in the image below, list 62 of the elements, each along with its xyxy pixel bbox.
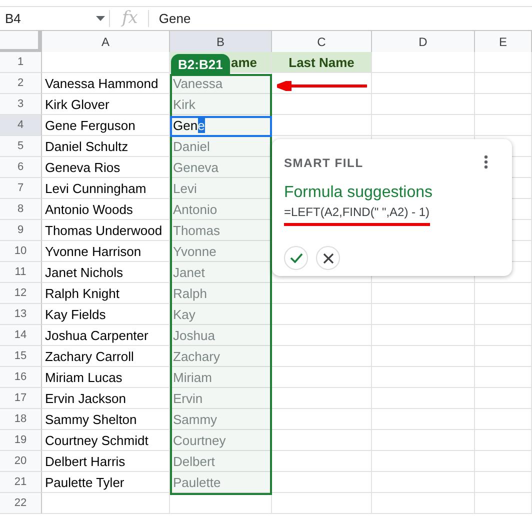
table-cell: Last Name: [272, 52, 372, 73]
cell-reference: B4: [5, 11, 21, 26]
table-cell: Gene Ferguson: [42, 115, 170, 136]
row-header[interactable]: 17: [0, 388, 42, 409]
row-header[interactable]: 7: [0, 178, 42, 199]
table-cell: Geneva Rios: [42, 157, 170, 178]
row-header[interactable]: 8: [0, 199, 42, 220]
row-header[interactable]: 20: [0, 451, 42, 472]
table-cell: Kay Fields: [42, 304, 170, 325]
row-header[interactable]: 3: [0, 94, 42, 115]
table-cell: Thomas Underwood: [42, 220, 170, 241]
table-cell: Courtney Schmidt: [42, 430, 170, 451]
row-header[interactable]: 21: [0, 472, 42, 493]
row-header[interactable]: 14: [0, 325, 42, 346]
table-cell: Janet Nichols: [42, 262, 170, 283]
row-header[interactable]: 11: [0, 262, 42, 283]
column-header[interactable]: B: [170, 31, 272, 53]
table-cell: Daniel Schultz: [42, 136, 170, 157]
row-header[interactable]: 15: [0, 346, 42, 367]
column-header[interactable]: A: [42, 31, 170, 53]
range-badge: B2:B21: [171, 54, 230, 75]
row-header[interactable]: 4: [0, 115, 42, 136]
row-header[interactable]: 19: [0, 430, 42, 451]
table-cell: Delbert Harris: [42, 451, 170, 472]
table-cell: Joshua Carpenter: [42, 325, 170, 346]
card-title: SMART FILL: [284, 156, 364, 170]
table-cell: Kirk Glover: [42, 94, 170, 115]
row-header[interactable]: 12: [0, 283, 42, 304]
column-header[interactable]: E: [475, 31, 532, 53]
formula-input[interactable]: Gene: [158, 11, 191, 26]
row-header[interactable]: 9: [0, 220, 42, 241]
row-header[interactable]: 22: [0, 493, 42, 514]
row-header[interactable]: 6: [0, 157, 42, 178]
row-header[interactable]: 1: [0, 52, 42, 73]
name-box[interactable]: B4: [0, 10, 110, 27]
row-header[interactable]: 18: [0, 409, 42, 430]
caret-icon: [96, 16, 105, 21]
close-icon: [322, 252, 334, 264]
table-cell: Miriam Lucas: [42, 367, 170, 388]
more-icon[interactable]: [484, 155, 488, 169]
card-heading: Formula suggestions: [284, 184, 434, 202]
accept-button[interactable]: [284, 246, 308, 270]
table-cell: Ervin Jackson: [42, 388, 170, 409]
dismiss-button[interactable]: [316, 246, 340, 270]
row-header[interactable]: 10: [0, 241, 42, 262]
table-cell: Yvonne Harrison: [42, 241, 170, 262]
table-cell: Vanessa Hammond: [42, 73, 170, 94]
check-icon: [290, 253, 302, 263]
column-header[interactable]: C: [272, 31, 372, 53]
formula-suggestion: =LEFT(A2,FIND(" ",A2) - 1): [284, 205, 431, 219]
column-header[interactable]: D: [372, 31, 475, 53]
function-label: fx: [122, 10, 149, 27]
table-cell: Sammy Shelton: [42, 409, 170, 430]
table-cell: Zachary Carroll: [42, 346, 170, 367]
table-cell: Paulette Tyler: [42, 472, 170, 493]
table-cell: Ralph Knight: [42, 283, 170, 304]
row-header[interactable]: 5: [0, 136, 42, 157]
row-header[interactable]: 16: [0, 367, 42, 388]
table-cell: Antonio Woods: [42, 199, 170, 220]
row-header[interactable]: 2: [0, 73, 42, 94]
row-header[interactable]: 13: [0, 304, 42, 325]
table-cell: Levi Cunningham: [42, 178, 170, 199]
